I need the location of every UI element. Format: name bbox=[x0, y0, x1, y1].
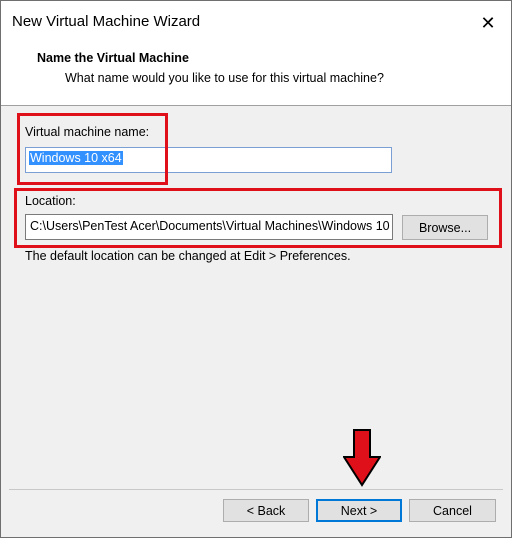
window-title: New Virtual Machine Wizard bbox=[12, 13, 201, 30]
vm-name-input[interactable]: Windows 10 x64 bbox=[25, 147, 392, 173]
close-button[interactable]: ✕ bbox=[465, 1, 511, 45]
location-input[interactable]: C:\Users\PenTest Acer\Documents\Virtual … bbox=[25, 214, 393, 240]
browse-button[interactable]: Browse... bbox=[402, 215, 488, 240]
location-value: C:\Users\PenTest Acer\Documents\Virtual … bbox=[30, 219, 393, 233]
title-bar: New Virtual Machine Wizard ✕ bbox=[1, 1, 511, 45]
vm-name-label: Virtual machine name: bbox=[25, 125, 150, 139]
close-icon: ✕ bbox=[480, 12, 496, 33]
back-button[interactable]: < Back bbox=[223, 499, 309, 522]
cancel-button[interactable]: Cancel bbox=[409, 499, 496, 522]
footer-divider bbox=[9, 489, 503, 490]
wizard-window: New Virtual Machine Wizard ✕ Name the Vi… bbox=[0, 0, 512, 538]
page-subtitle: What name would you like to use for this… bbox=[65, 71, 384, 85]
wizard-content: Virtual machine name: Windows 10 x64 Loc… bbox=[1, 106, 511, 486]
default-location-hint: The default location can be changed at E… bbox=[25, 249, 351, 263]
vm-name-value: Windows 10 x64 bbox=[29, 151, 123, 165]
wizard-header: Name the Virtual Machine What name would… bbox=[1, 45, 511, 106]
next-button[interactable]: Next > bbox=[316, 499, 402, 522]
page-title: Name the Virtual Machine bbox=[37, 51, 189, 65]
location-label: Location: bbox=[25, 194, 76, 208]
